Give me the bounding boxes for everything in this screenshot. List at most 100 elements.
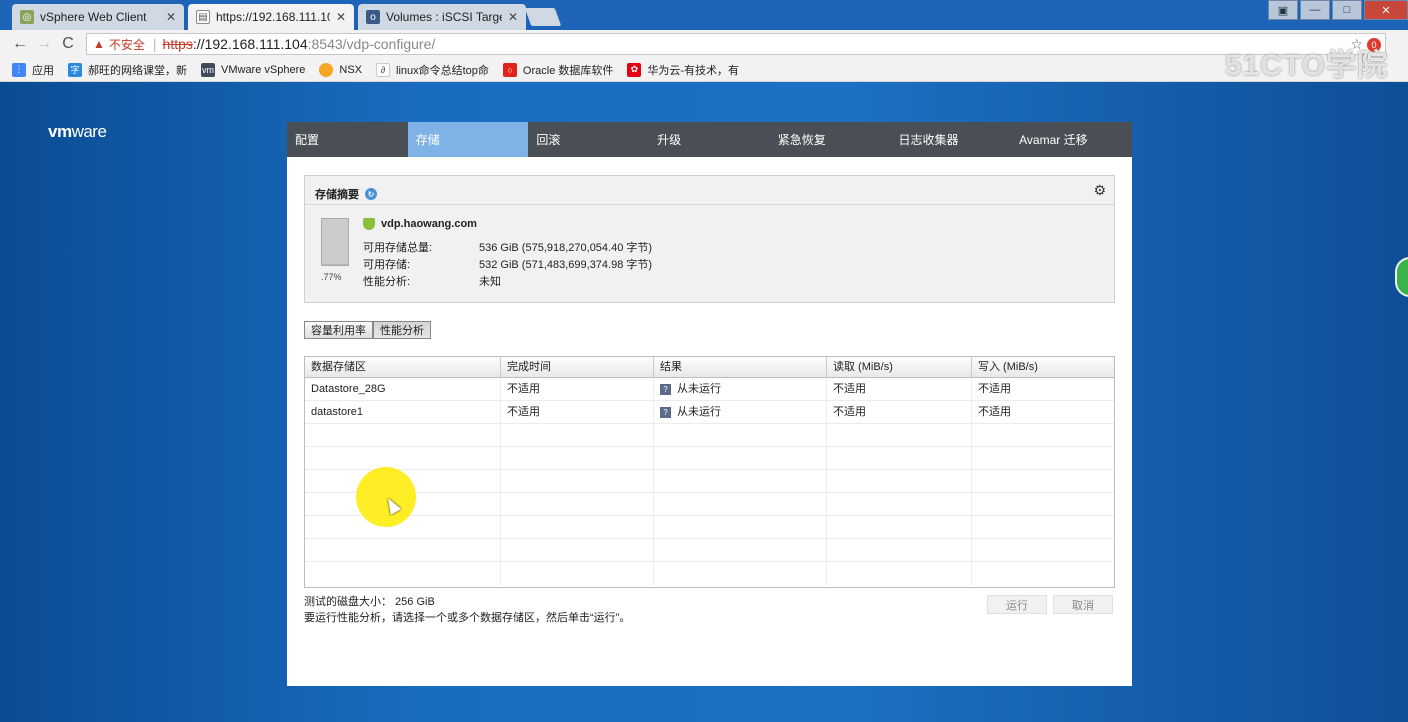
tab-storage[interactable]: 存储 <box>407 122 529 157</box>
vdp-configure-panel: 配置 存储 回滚 升级 紧急恢复 日志收集器 Avamar 迁移 存储摘要 ↻ … <box>287 122 1132 686</box>
cell-completed: 不适用 <box>501 401 654 424</box>
side-panel-button[interactable] <box>1395 257 1408 297</box>
empty-row <box>305 562 1114 585</box>
column-header-datastore[interactable]: 数据存储区 <box>305 357 501 378</box>
bookmark-item[interactable]: NSX <box>319 62 362 77</box>
empty-row <box>305 539 1114 562</box>
cell-write: 不适用 <box>978 406 1011 418</box>
bookmarks-bar: ⋮ 应用 字 郝旺的网络课堂，新 vm VMware vSphere NSX ∂… <box>0 58 1408 82</box>
bookmark-apps[interactable]: ⋮ 应用 <box>12 62 54 78</box>
window-user-icon[interactable]: ▣ <box>1268 0 1298 20</box>
maximize-icon[interactable]: □ <box>1332 0 1362 20</box>
tab-config[interactable]: 配置 <box>287 122 408 157</box>
tab-label: https://192.168.111.10 <box>216 10 330 24</box>
url-separator: | <box>152 36 157 52</box>
url-host: ://192.168.111.104 <box>192 36 308 52</box>
warning-icon: ▲ <box>93 37 105 51</box>
run-button[interactable]: 运行 <box>987 595 1047 614</box>
tab-avamar-migration[interactable]: Avamar 迁移 <box>1011 122 1132 157</box>
minimize-icon[interactable]: — <box>1300 0 1330 20</box>
tab-rollback[interactable]: 回滚 <box>528 122 649 157</box>
capacity-utilization-button[interactable]: 容量利用率 <box>304 321 373 339</box>
tab-log-collector[interactable]: 日志收集器 <box>890 122 1011 157</box>
divider <box>305 204 1114 205</box>
empty-row <box>305 424 1114 447</box>
browser-tabstrip: ◎ vSphere Web Client ✕ ▤ https://192.168… <box>0 0 1408 30</box>
grid-header: 数据存储区 完成时间 结果 读取 (MiB/s) 写入 (MiB/s) <box>305 357 1114 378</box>
empty-row <box>305 470 1114 493</box>
summary-value: 536 GiB (575,918,270,054.40 字节) <box>479 242 653 254</box>
datastore-grid: 数据存储区 完成时间 结果 读取 (MiB/s) 写入 (MiB/s) Data… <box>304 356 1115 588</box>
cell-read: 不适用 <box>827 401 972 424</box>
bookmark-item[interactable]: ✿ 华为云-有技术，有 <box>627 62 739 78</box>
disk-usage-percent: .77% <box>321 272 342 282</box>
empty-row <box>305 447 1114 470</box>
forward-icon[interactable]: → <box>32 35 56 53</box>
column-header-completed[interactable]: 完成时间 <box>501 357 654 378</box>
apps-icon: ⋮ <box>12 62 26 77</box>
linux-icon: ∂ <box>376 62 390 77</box>
storage-summary-title: 存储摘要 ↻ <box>315 186 377 202</box>
empty-row <box>305 493 1114 516</box>
close-tab-icon[interactable]: ✕ <box>336 10 346 24</box>
summary-value: 未知 <box>479 276 501 288</box>
new-tab-button[interactable] <box>524 8 562 26</box>
view-toggle-group: 容量利用率 性能分析 <box>304 321 431 339</box>
insecure-label[interactable]: 不安全 <box>109 36 145 53</box>
bookmark-label: 应用 <box>32 64 54 77</box>
refresh-icon[interactable]: ↻ <box>365 188 377 200</box>
bookmark-blue-icon: 字 <box>68 62 82 77</box>
url-input[interactable]: ▲ 不安全 | https ://192.168.111.104 :8543/v… <box>86 33 1386 55</box>
empty-row <box>305 516 1114 539</box>
bookmark-item[interactable]: 字 郝旺的网络课堂，新 <box>68 62 187 78</box>
summary-value: 532 GiB (571,483,699,374.98 字节) <box>479 259 653 271</box>
browser-tab-vsphere[interactable]: ◎ vSphere Web Client ✕ <box>12 4 184 30</box>
tab-emergency-restore[interactable]: 紧急恢复 <box>770 122 891 157</box>
huawei-icon: ✿ <box>627 62 642 77</box>
summary-title-text: 存储摘要 <box>315 189 359 201</box>
nsx-icon <box>319 62 334 77</box>
bookmark-item[interactable]: ○ Oracle 数据库软件 <box>502 62 613 78</box>
cell-datastore: datastore1 <box>305 401 501 424</box>
tab-label: vSphere Web Client <box>40 10 147 24</box>
browser-tab-volumes[interactable]: o Volumes : iSCSI Targets ✕ <box>358 4 526 30</box>
column-header-result[interactable]: 结果 <box>654 357 827 378</box>
question-icon: ? <box>660 383 671 395</box>
bookmark-label: 华为云-有技术，有 <box>647 64 740 77</box>
bookmark-item[interactable]: vm VMware vSphere <box>201 62 305 77</box>
table-row[interactable]: Datastore_28G 不适用 ? 从未运行 不适用 不适用 <box>305 378 1114 401</box>
cancel-button[interactable]: 取消 <box>1053 595 1113 614</box>
bookmark-item[interactable]: ∂ linux命令总结top命 <box>376 62 489 78</box>
gear-icon[interactable]: ⚙ <box>1093 182 1106 199</box>
disk-usage-bar <box>321 218 349 266</box>
cell-result: ? 从未运行 <box>654 378 827 401</box>
tab-upgrade[interactable]: 升级 <box>649 122 770 157</box>
browser-tab-vdp[interactable]: ▤ https://192.168.111.10 ✕ <box>188 4 354 30</box>
vsphere-favicon-icon: ◎ <box>20 10 34 24</box>
cell-result: ? 从未运行 <box>654 401 827 424</box>
main-nav-tabs: 配置 存储 回滚 升级 紧急恢复 日志收集器 Avamar 迁移 <box>287 122 1132 157</box>
close-tab-icon[interactable]: ✕ <box>166 10 176 24</box>
bookmark-label: NSX <box>339 63 362 76</box>
window-close-icon[interactable]: ✕ <box>1364 0 1408 20</box>
url-scheme: https <box>162 36 193 52</box>
tab-label: Volumes : iSCSI Targets <box>386 10 502 24</box>
performance-analysis-button[interactable]: 性能分析 <box>373 321 431 339</box>
window-controls: ▣ — □ ✕ <box>1266 0 1408 20</box>
shield-icon <box>363 218 375 230</box>
disk-usage-fill <box>322 264 348 265</box>
bookmark-label: linux命令总结top命 <box>396 64 489 77</box>
column-header-read[interactable]: 读取 (MiB/s) <box>827 357 972 378</box>
host-name: vdp.haowang.com <box>363 218 477 230</box>
summary-key: 可用存储: <box>363 259 411 271</box>
column-header-write[interactable]: 写入 (MiB/s) <box>972 357 1114 378</box>
close-tab-icon[interactable]: ✕ <box>508 10 518 24</box>
vm-icon: vm <box>201 62 215 77</box>
back-icon[interactable]: ← <box>8 35 32 53</box>
storage-summary-box: 存储摘要 ↻ ⚙ .77% vdp.haowang.com 可用存储总量: 53… <box>304 175 1115 303</box>
url-path: :8543/vdp-configure/ <box>307 36 436 52</box>
cell-completed: 不适用 <box>501 378 654 401</box>
reload-icon[interactable]: C <box>56 35 80 53</box>
table-row[interactable]: datastore1 不适用 ? 从未运行 不适用 不适用 <box>305 401 1114 424</box>
host-label: vdp.haowang.com <box>381 218 477 230</box>
